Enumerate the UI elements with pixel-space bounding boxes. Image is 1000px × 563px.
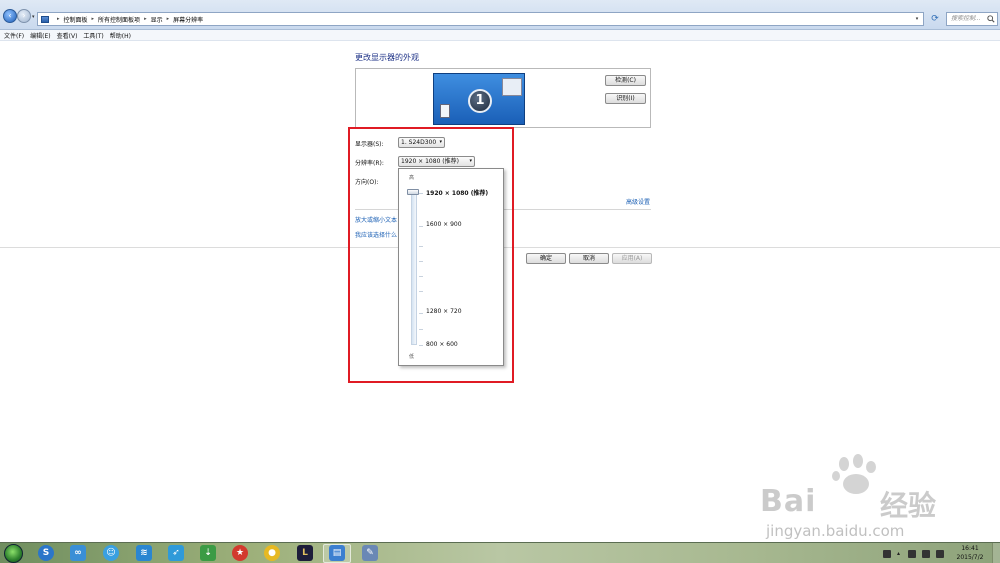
address-bar-area: ‹ › ▾ ▸ 控制面板 ▸ 所有控制面板项 ▸ 显示 ▸ 屏幕分辨率 ▾ ⟳ … [0,0,1000,30]
address-history-chevron-icon[interactable]: ▾ [911,13,923,25]
menu-tools[interactable]: 工具(T) [83,31,103,40]
breadcrumb-all-items[interactable]: 所有控制面板项 [98,15,140,24]
network-tray-icon[interactable] [922,549,930,558]
menu-file[interactable]: 文件(F) [4,31,24,40]
system-tray: ▴ [883,544,950,563]
cancel-button[interactable]: 取消 [569,253,609,264]
chat-icon[interactable]: ☺ [103,545,119,561]
menu-help[interactable]: 帮助(H) [110,31,131,40]
monitor-preview-panel: 1 检测(C) 识别(I) [355,68,651,128]
network-icon[interactable]: ∞ [70,545,86,561]
monitor-tile[interactable]: 1 [433,73,525,125]
monitor-number-badge: 1 [468,89,492,113]
identify-button[interactable]: 识别(I) [605,93,646,104]
watermark-brand-cn: 经验 [880,489,937,522]
breadcrumb-separator-icon[interactable]: ▸ [167,16,170,22]
page-title: 更改显示器的外观 [355,53,419,62]
paint-icon[interactable]: ✎ [362,545,378,561]
taskbar: S ∞ ☺ ≋ ➶ ⇣ ★ ● L ▤ ✎ ▴ 16:41 2015/7/2 [0,542,1000,563]
breadcrumb-separator-icon[interactable]: ▸ [144,16,147,22]
clock-date: 2015/7/2 [956,554,984,561]
apply-button[interactable]: 应用(A) [612,253,652,264]
breadcrumb-display[interactable]: 显示 [151,15,163,24]
clock[interactable]: 16:41 2015/7/2 [952,544,988,562]
search-placeholder: 搜索控制... [951,15,981,22]
watermark-url: jingyan.baidu.com [766,522,905,540]
monitor-thumbnail-icon [502,78,522,96]
computer-tower-icon [440,104,450,118]
menu-edit[interactable]: 编辑(E) [30,31,50,40]
fruit-icon[interactable]: ● [264,545,280,561]
menu-view[interactable]: 查看(V) [57,31,78,40]
back-button[interactable]: ‹ [3,9,17,23]
bird-icon[interactable]: ➶ [168,545,184,561]
breadcrumb-control-panel[interactable]: 控制面板 [64,15,88,24]
ok-button[interactable]: 确定 [526,253,566,264]
refresh-icon[interactable]: ⟳ [928,12,942,26]
wifi-icon[interactable]: ≋ [136,545,152,561]
sogou-icon[interactable]: S [38,545,54,561]
address-field[interactable]: ▸ 控制面板 ▸ 所有控制面板项 ▸ 显示 ▸ 屏幕分辨率 ▾ [37,12,924,26]
search-icon[interactable] [987,15,995,23]
annotation-highlight-box [348,127,514,383]
breadcrumb-separator-icon[interactable]: ▸ [57,16,60,22]
volume-icon[interactable] [936,549,944,558]
clock-time: 16:41 [961,545,979,552]
baidu-paw-logo-icon [832,454,876,494]
watermark: Bai 经验 jingyan.baidu.com [760,454,960,542]
forward-button[interactable]: › [17,9,31,23]
control-panel-task-icon: ▤ [329,545,345,561]
watermark-brand: Bai [760,484,817,519]
game-icon[interactable]: L [297,545,313,561]
breadcrumb-screen-resolution[interactable]: 屏幕分辨率 [173,15,203,24]
flag-icon[interactable] [908,549,916,558]
control-panel-icon [41,15,49,23]
breadcrumb-separator-icon[interactable]: ▸ [92,16,95,22]
keyboard-icon[interactable] [883,549,891,558]
show-desktop-button[interactable] [992,543,1000,563]
tray-expand-icon[interactable]: ▴ [897,550,902,558]
advanced-settings-link[interactable]: 高级设置 [626,197,650,206]
search-input[interactable]: 搜索控制... [946,12,998,26]
menu-bar: 文件(F) 编辑(E) 查看(V) 工具(T) 帮助(H) [0,30,1000,41]
red-app-icon[interactable]: ★ [232,545,248,561]
detect-button[interactable]: 检测(C) [605,75,646,86]
torrent-icon[interactable]: ⇣ [200,545,216,561]
start-button[interactable] [4,544,23,563]
recent-pages-chevron-icon[interactable]: ▾ [32,14,35,20]
